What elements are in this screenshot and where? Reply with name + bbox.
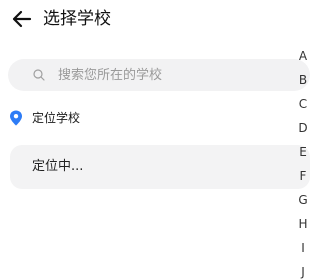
map-pin-icon [10,110,22,126]
alphabet-index: A B C D E F G H I J [296,44,310,280]
index-letter-f[interactable]: F [296,164,310,188]
search-bar[interactable] [8,59,310,91]
index-letter-g[interactable]: G [296,188,310,212]
location-label: 定位学校 [32,111,81,125]
index-letter-i[interactable]: I [296,236,310,260]
index-letter-e[interactable]: E [296,140,310,164]
locating-status: 定位中... [32,159,84,174]
arrow-left-icon [12,10,32,28]
index-letter-b[interactable]: B [296,68,310,92]
back-button[interactable] [10,8,34,30]
search-icon [33,69,45,81]
header: 选择学校 [0,0,290,38]
page-title: 选择学校 [43,9,111,29]
current-location-card[interactable]: 定位中... [10,145,310,189]
search-input[interactable] [58,65,288,85]
index-letter-j[interactable]: J [296,260,310,280]
index-letter-c[interactable]: C [296,92,310,116]
index-letter-d[interactable]: D [296,116,310,140]
index-letter-a[interactable]: A [296,44,310,68]
index-letter-h[interactable]: H [296,212,310,236]
